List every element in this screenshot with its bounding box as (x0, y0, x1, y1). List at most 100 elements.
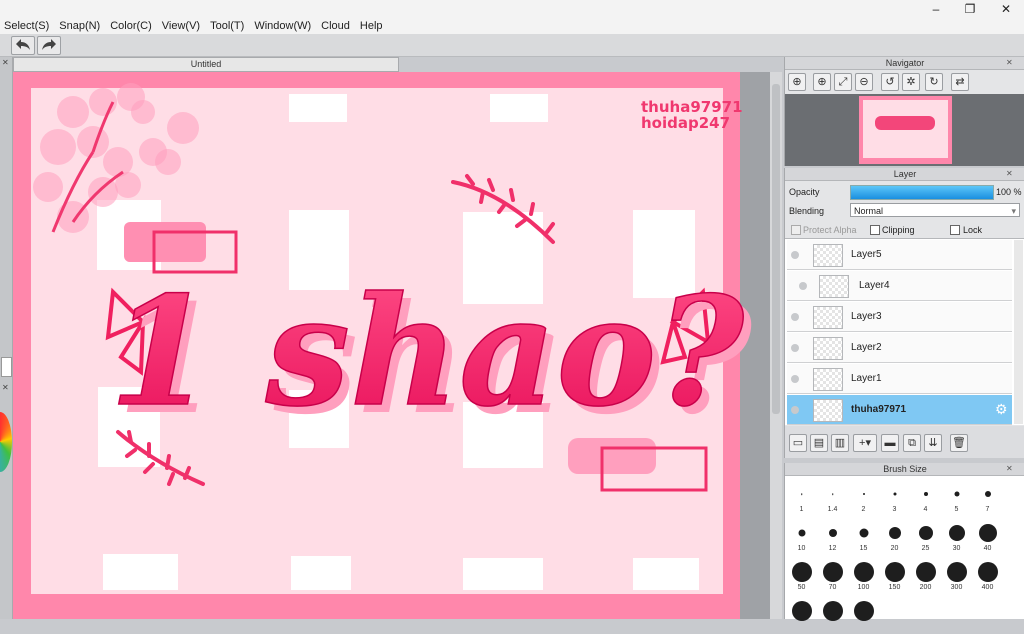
brush-size-cell[interactable]: 1 (787, 478, 816, 517)
new-layer-icon[interactable]: ▭ (789, 434, 807, 452)
zoom-out-icon[interactable]: ⊖ (855, 73, 873, 91)
menu-window[interactable]: Window(W) (254, 20, 311, 32)
menu-view[interactable]: View(V) (162, 20, 200, 32)
fit-icon[interactable]: ⤢ (834, 73, 852, 91)
brush-size-cell[interactable]: 300 (942, 556, 971, 595)
brush-size-cell[interactable]: 25 (911, 517, 940, 556)
rotate-left-icon[interactable]: ↺ (881, 73, 899, 91)
brush-size-cell[interactable] (787, 595, 816, 634)
opacity-slider[interactable] (850, 185, 994, 200)
brush-size-cell[interactable]: 3 (880, 478, 909, 517)
menu-help[interactable]: Help (360, 20, 383, 32)
clipping-checkbox[interactable] (870, 225, 880, 235)
merge-icon[interactable]: ⇊ (924, 434, 942, 452)
reset-rotation-icon[interactable]: ✲ (902, 73, 920, 91)
brush-size-cell[interactable]: 20 (880, 517, 909, 556)
brush-size-label: 100 (857, 584, 870, 591)
minimize-button[interactable]: – (922, 2, 950, 16)
blending-select[interactable]: Normal ▾ (850, 203, 1020, 217)
layer-list-scrollbar[interactable] (1014, 240, 1023, 424)
document-tab-bar: Untitled (13, 57, 783, 72)
menu-color[interactable]: Color(C) (110, 20, 152, 32)
close-button[interactable]: ✕ (992, 2, 1020, 16)
scroll-handle[interactable] (1, 357, 12, 377)
layer-row-layer3[interactable]: Layer3 (787, 302, 1012, 332)
menu-snap[interactable]: Snap(N) (59, 20, 100, 32)
duplicate-icon[interactable]: ⧉ (903, 434, 921, 452)
protect-alpha-checkbox[interactable] (791, 225, 801, 235)
add-icon[interactable]: +▾ (853, 434, 877, 452)
undo-button[interactable] (11, 36, 35, 55)
brush-size-label: 3 (892, 506, 897, 513)
layer-row-layer4[interactable]: Layer4 (787, 271, 1012, 301)
zoom-in-icon[interactable]: ⊕ (788, 73, 806, 91)
brush-size-cell[interactable]: 400 (973, 556, 1002, 595)
close-icon[interactable]: ✕ (1006, 58, 1013, 67)
close-icon[interactable]: ✕ (1006, 169, 1013, 178)
artwork-canvas[interactable]: 1 shao? 1 shao? thuha97971 hoidap247 (13, 72, 770, 619)
brush-size-panel: Brush Size ✕ 1 1.4 2 3 4 5 7 10 12 15 20 25 30 40 50 70… (784, 463, 1024, 621)
maximize-button[interactable]: ❐ (956, 2, 984, 16)
brush-size-cell[interactable]: 2 (849, 478, 878, 517)
lock-checkbox[interactable] (950, 225, 960, 235)
eye-icon[interactable] (791, 251, 799, 259)
scrollbar-thumb[interactable] (772, 84, 780, 414)
close-icon[interactable]: ✕ (1006, 464, 1013, 473)
brush-size-cell[interactable]: 70 (818, 556, 847, 595)
brush-size-label: 150 (888, 584, 901, 591)
delete-icon[interactable]: 🗑 (950, 434, 968, 452)
eye-icon[interactable] (799, 282, 807, 290)
brush-size-cell[interactable]: 10 (787, 517, 816, 556)
new-layer-1bit-icon[interactable]: ▥ (831, 434, 849, 452)
brush-dot (884, 562, 905, 582)
brush-size-cell[interactable] (818, 595, 847, 634)
brush-size-cell[interactable]: 12 (818, 517, 847, 556)
brush-size-cell[interactable]: 1.4 (818, 478, 847, 517)
brush-size-cell[interactable] (849, 595, 878, 634)
eye-icon[interactable] (791, 313, 799, 321)
menu-cloud[interactable]: Cloud (321, 20, 350, 32)
brush-size-label: 200 (919, 584, 932, 591)
brush-size-cell[interactable]: 40 (973, 517, 1002, 556)
layer-row-layer1[interactable]: Layer1 (787, 364, 1012, 394)
rotate-right-icon[interactable]: ↻ (925, 73, 943, 91)
brush-size-cell[interactable]: 5 (942, 478, 971, 517)
brush-size-cell[interactable]: 15 (849, 517, 878, 556)
eye-icon[interactable] (791, 344, 799, 352)
brush-size-cell[interactable]: 150 (880, 556, 909, 595)
canvas-area[interactable]: 1 shao? 1 shao? thuha97971 hoidap247 (13, 72, 770, 619)
brush-dot (915, 562, 936, 582)
brush-size-cell[interactable]: 50 (787, 556, 816, 595)
new-layer-8bit-icon[interactable]: ▤ (810, 434, 828, 452)
folder-icon[interactable]: ▬ (881, 434, 899, 452)
layer-list[interactable]: Layer5 Layer4 Layer3 Layer2 Layer1 thuha… (785, 238, 1024, 425)
color-wheel[interactable] (0, 412, 12, 472)
eye-icon[interactable] (791, 406, 799, 414)
layer-name: Layer2 (851, 342, 882, 353)
layer-name: Layer1 (851, 373, 882, 384)
flip-icon[interactable]: ⇄ (951, 73, 969, 91)
layer-row-layer2[interactable]: Layer2 (787, 333, 1012, 363)
layer-row-layer5[interactable]: Layer5 (787, 240, 1012, 270)
tab-untitled[interactable]: Untitled (13, 57, 399, 72)
redo-button[interactable] (37, 36, 61, 55)
zoom-in-icon[interactable]: ⊕ (813, 73, 831, 91)
gear-icon[interactable]: ⚙ (995, 401, 1008, 418)
brush-size-cell[interactable]: 30 (942, 517, 971, 556)
menu-tool[interactable]: Tool(T) (210, 20, 244, 32)
close-icon[interactable]: ✕ (2, 59, 10, 67)
canvas-vertical-scrollbar[interactable] (770, 72, 782, 619)
layer-name: Layer4 (859, 280, 890, 291)
eye-icon[interactable] (791, 375, 799, 383)
layer-row-thuha97971[interactable]: thuha97971 ⚙ (787, 395, 1012, 425)
menu-select[interactable]: Select(S) (4, 20, 49, 32)
layer-thumbnail (813, 399, 843, 422)
brush-size-cell[interactable]: 7 (973, 478, 1002, 517)
brush-size-cell[interactable]: 200 (911, 556, 940, 595)
brush-size-cell[interactable]: 4 (911, 478, 940, 517)
close-icon[interactable]: ✕ (2, 384, 10, 392)
brush-dot (984, 491, 991, 497)
navigator-preview-area[interactable] (785, 94, 1024, 166)
brush-size-cell[interactable]: 100 (849, 556, 878, 595)
protect-alpha-label: Protect Alpha (803, 225, 857, 235)
